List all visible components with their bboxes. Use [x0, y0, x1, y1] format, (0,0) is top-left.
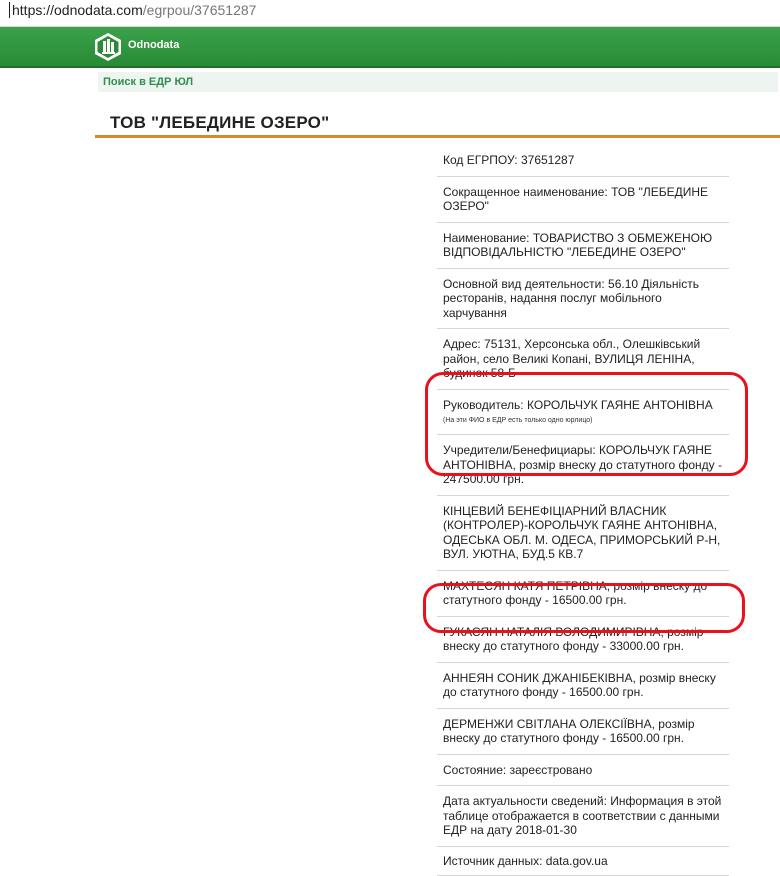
url-path: /egrpou/37651287	[143, 2, 257, 18]
detail-value: 75131, Херсонська обл., Олешківський рай…	[443, 337, 700, 380]
detail-text: ДЕРМЕНЖИ СВІТЛАНА ОЛЕКСІЇВНА, розмір вне…	[443, 717, 695, 746]
detail-founder-dermenzhy: ДЕРМЕНЖИ СВІТЛАНА ОЛЕКСІЇВНА, розмір вне…	[437, 709, 729, 755]
detail-founder-mahtesyan: МАХТЕСЯН КАТЯ ПЕТРІВНА, розмір внеску до…	[437, 571, 729, 617]
detail-activity: Основной вид деятельности: 56.10 Діяльні…	[437, 269, 729, 330]
detail-text: МАХТЕСЯН КАТЯ ПЕТРІВНА, розмір внеску до…	[443, 579, 707, 608]
page-title: ТОВ "ЛЕБЕДИНЕ ОЗЕРО"	[110, 113, 329, 133]
detail-text: КІНЦЕВИЙ БЕНЕФІЦІАРНИЙ ВЛАСНИК (КОНТРОЛЕ…	[443, 504, 720, 562]
detail-value: зареєстровано	[510, 763, 593, 777]
title-divider	[95, 135, 780, 138]
detail-text: АННЕЯН СОНИК ДЖАНІБЕКІВНА, розмір внеску…	[443, 671, 716, 700]
detail-value: КОРОЛЬЧУК ГАЯНЕ АНТОНІВНА	[527, 398, 713, 412]
detail-short-name: Сокращенное наименование: ТОВ "ЛЕБЕДИНЕ …	[437, 177, 729, 223]
url-text[interactable]: https://odnodata.com/egrpou/37651287	[12, 2, 256, 18]
company-details-list: Код ЕГРПОУ: 37651287 Сокращенное наимено…	[437, 145, 729, 876]
address-bar[interactable]: https://odnodata.com/egrpou/37651287	[0, 0, 780, 27]
brand-name[interactable]: Odnodata	[128, 39, 179, 51]
url-host: https://odnodata.com	[12, 2, 143, 18]
detail-founder-gukasyan: ГУКАСЯН НАТАЛІЯ ВОЛОДИМИРІВНА, розмір вн…	[437, 617, 729, 663]
detail-actuality-date: Дата актуальности сведений: Информация в…	[437, 786, 729, 847]
detail-source: Источник данных: data.gov.ua	[437, 847, 729, 876]
detail-label: Руководитель:	[443, 398, 524, 412]
detail-director: Руководитель: КОРОЛЬЧУК ГАЯНЕ АНТОНІВНА (…	[437, 390, 729, 436]
top-navbar: Odnodata	[0, 27, 780, 68]
detail-label: Источник данных:	[443, 854, 542, 868]
detail-label: Адрес:	[443, 337, 481, 351]
detail-label: Состояние:	[443, 763, 506, 777]
hexagon-building-logo-icon[interactable]	[93, 32, 123, 62]
sub-navbar: Поиск в ЕДР ЮЛ	[98, 72, 778, 92]
detail-value: data.gov.ua	[546, 854, 608, 868]
director-note: (На эти ФИО в ЕДР есть только одно юрлиц…	[443, 416, 723, 426]
detail-founders: Учредители/Бенефициары: КОРОЛЬЧУК ГАЯНЕ …	[437, 435, 729, 496]
detail-status: Состояние: зареєстровано	[437, 755, 729, 787]
detail-label: Дата актуальности сведений:	[443, 794, 607, 808]
detail-text: ГУКАСЯН НАТАЛІЯ ВОЛОДИМИРІВНА, розмір вн…	[443, 625, 703, 654]
detail-label: Сокращенное наименование:	[443, 185, 608, 199]
detail-founder-anneyan: АННЕЯН СОНИК ДЖАНІБЕКІВНА, розмір внеску…	[437, 663, 729, 709]
detail-edrpou: Код ЕГРПОУ: 37651287	[437, 145, 729, 177]
detail-address: Адрес: 75131, Херсонська обл., Олешківсь…	[437, 329, 729, 390]
detail-beneficiary: КІНЦЕВИЙ БЕНЕФІЦІАРНИЙ ВЛАСНИК (КОНТРОЛЕ…	[437, 496, 729, 571]
detail-full-name: Наименование: ТОВАРИСТВО З ОБМЕЖЕНОЮ ВІД…	[437, 223, 729, 269]
detail-value: 37651287	[521, 153, 574, 167]
text-cursor	[9, 2, 10, 18]
search-edr-link[interactable]: Поиск в ЕДР ЮЛ	[103, 76, 193, 88]
detail-label: Основной вид деятельности:	[443, 277, 605, 291]
detail-label: Код ЕГРПОУ:	[443, 153, 518, 167]
detail-label: Наименование:	[443, 231, 530, 245]
detail-label: Учредители/Бенефициары:	[443, 443, 596, 457]
